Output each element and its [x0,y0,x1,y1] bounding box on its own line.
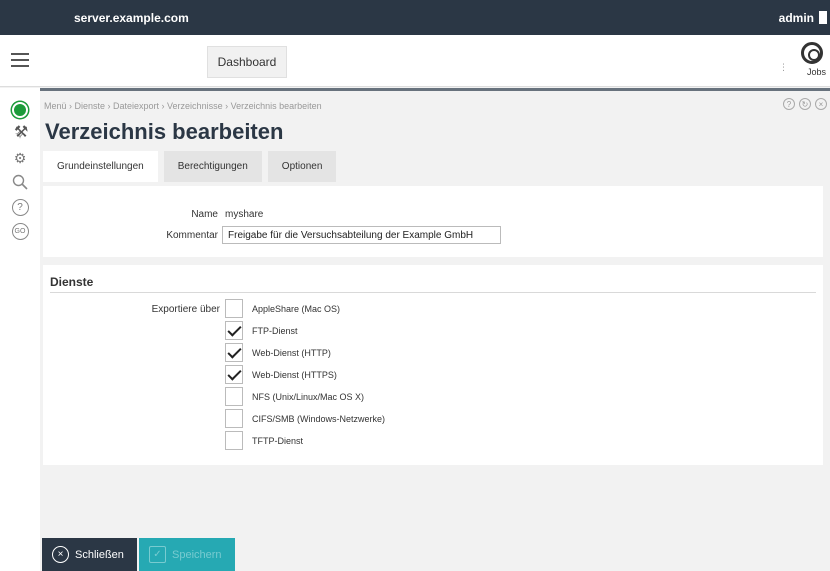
checkbox[interactable] [225,343,243,362]
option-label: AppleShare (Mac OS) [252,303,341,314]
name-value: myshare [225,209,264,220]
jobs-label: Jobs [806,67,826,77]
help-icon[interactable]: ? [11,198,29,216]
title-row: ⚒ Verzeichnis bearbeiten [14,118,283,146]
tab-optionen[interactable]: Optionen [267,151,337,182]
more-options-icon[interactable]: ⋮ [779,62,788,73]
close-circle-icon: × [52,546,69,563]
page-title: Verzeichnis bearbeiten [45,119,284,144]
services-section-title: Dienste [50,275,94,289]
hamburger-menu-icon[interactable] [11,53,29,67]
save-check-icon: ✓ [149,546,166,563]
jobs-icon [801,42,823,64]
checkbox[interactable] [225,321,243,340]
settings-gear-icon[interactable]: ⚙ [11,149,29,167]
service-option-appleshare[interactable]: AppleShare (Mac OS) [225,299,340,318]
tab-grundeinstellungen[interactable]: Grundeinstellungen [43,151,158,182]
magic-wand-icon: ⚒ [14,124,29,141]
service-option-tftp[interactable]: TFTP-Dienst [225,431,303,450]
services-panel: Dienste Exportiere über AppleShare (Mac … [43,265,823,465]
dashboard-button[interactable]: Dashboard [207,46,287,78]
go-icon[interactable]: GO [11,222,29,240]
checkbox[interactable] [225,387,243,406]
comment-label: Kommentar [166,230,218,241]
close-button-label: Schließen [75,548,124,561]
user-icon[interactable] [819,11,827,24]
refresh-icon[interactable]: ↻ [799,98,811,110]
service-option-cifs[interactable]: CIFS/SMB (Windows-Netzwerke) [225,409,385,428]
left-icon-rail: ✧ ⚙ ? GO [0,88,40,571]
section-divider [50,292,816,293]
jobs-button[interactable]: Jobs [798,42,826,82]
service-option-http[interactable]: Web-Dienst (HTTP) [225,343,331,362]
breadcrumb[interactable]: Menü › Dienste › Dateiexport › Verzeichn… [44,101,322,111]
option-label: Web-Dienst (HTTPS) [252,369,337,380]
checkbox[interactable] [225,409,243,428]
service-option-https[interactable]: Web-Dienst (HTTPS) [225,365,337,384]
option-label: TFTP-Dienst [252,435,304,446]
option-label: Web-Dienst (HTTP) [252,347,331,358]
close-button[interactable]: × Schließen [42,538,137,571]
export-via-label: Exportiere über [151,304,220,315]
page-actions: ? ↻ × [783,98,827,110]
checkbox[interactable] [225,299,243,318]
name-label: Name [191,209,218,220]
hostname: server.example.com [74,11,189,25]
service-option-nfs[interactable]: NFS (Unix/Linux/Mac OS X) [225,387,364,406]
top-bar: server.example.com admin [0,0,830,35]
search-icon[interactable] [11,173,29,191]
option-label: FTP-Dienst [252,325,298,336]
user-menu[interactable]: admin [779,11,814,25]
checkbox[interactable] [225,431,243,450]
help-icon[interactable]: ? [783,98,795,110]
header-accent-bar [40,88,830,91]
option-label: NFS (Unix/Linux/Mac OS X) [252,391,365,402]
status-ok-icon[interactable] [11,101,29,119]
save-button-label: Speichern [172,548,222,561]
service-option-ftp[interactable]: FTP-Dienst [225,321,298,340]
save-button[interactable]: ✓ Speichern [139,538,235,571]
close-icon[interactable]: × [815,98,827,110]
tab-berechtigungen[interactable]: Berechtigungen [163,151,262,182]
checkbox[interactable] [225,365,243,384]
header: Dashboard ⋮ Jobs [0,35,830,87]
option-label: CIFS/SMB (Windows-Netzwerke) [252,413,386,424]
general-settings-panel: Name myshare Kommentar [43,186,823,257]
tab-bar: Grundeinstellungen Berechtigungen Option… [43,151,342,182]
comment-input[interactable] [222,226,501,244]
